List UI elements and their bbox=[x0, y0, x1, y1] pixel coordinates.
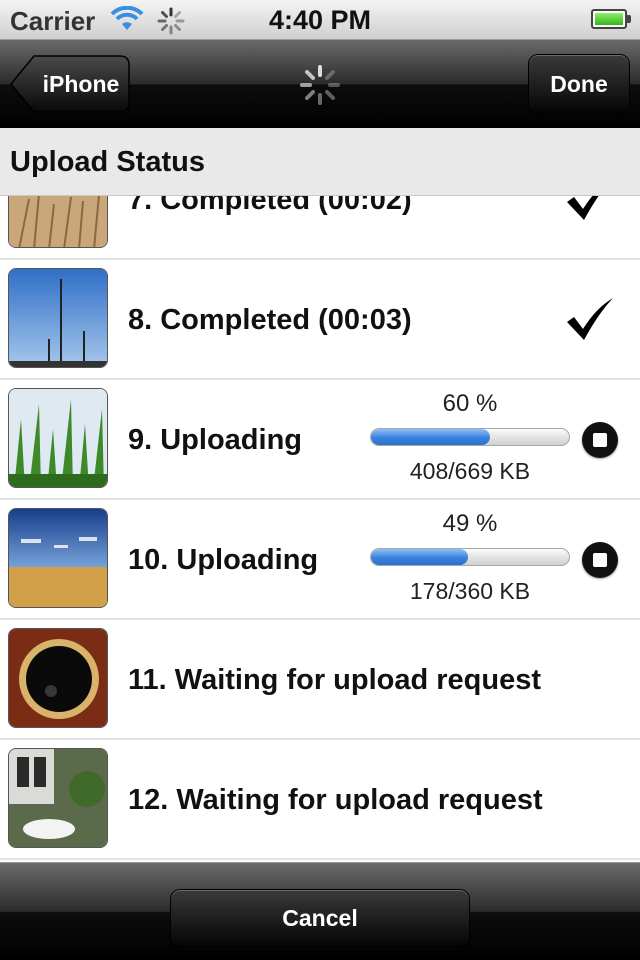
list-item[interactable]: 7. Completed (00:02) bbox=[0, 196, 640, 260]
upload-progress-bar bbox=[370, 548, 570, 566]
cancel-button[interactable]: Cancel bbox=[170, 889, 470, 947]
photo-thumbnail bbox=[8, 748, 108, 848]
upload-percent: 49 % bbox=[442, 510, 498, 537]
checkmark-icon bbox=[564, 196, 616, 227]
upload-size: 408/669 KB bbox=[409, 458, 531, 484]
photo-thumbnail bbox=[8, 628, 108, 728]
upload-progress-bar bbox=[370, 428, 570, 446]
photo-thumbnail bbox=[8, 196, 108, 248]
photo-thumbnail bbox=[8, 268, 108, 368]
upload-list[interactable]: 7. Completed (00:02) 8. Completed (00:03… bbox=[0, 196, 640, 862]
upload-status-label: 9. Uploading bbox=[128, 424, 302, 456]
upload-progress-fill bbox=[371, 429, 490, 445]
stop-upload-button[interactable] bbox=[582, 422, 618, 458]
battery-tip bbox=[627, 15, 631, 23]
photo-thumbnail bbox=[8, 508, 108, 608]
list-item[interactable]: 11. Waiting for upload request bbox=[0, 620, 640, 740]
checkmark-icon bbox=[564, 296, 616, 347]
navigation-bar: iPhone Done bbox=[0, 40, 640, 128]
list-item[interactable]: 9. Uploading 60 % 408/669 KB bbox=[0, 380, 640, 500]
upload-status-label: 8. Completed (00:03) bbox=[128, 304, 412, 336]
list-item[interactable]: 8. Completed (00:03) bbox=[0, 260, 640, 380]
upload-progress-fill bbox=[371, 549, 469, 565]
upload-status-label: 11. Waiting for upload request bbox=[128, 664, 542, 696]
stop-upload-button[interactable] bbox=[582, 542, 618, 578]
stop-icon bbox=[593, 433, 607, 447]
back-button[interactable]: iPhone bbox=[10, 54, 130, 114]
battery-icon bbox=[591, 9, 627, 29]
upload-percent: 60 % bbox=[442, 390, 498, 417]
status-bar: Carrier 4:40 PM bbox=[0, 0, 640, 40]
back-button-label: iPhone bbox=[42, 71, 120, 97]
upload-size: 178/360 KB bbox=[409, 578, 531, 604]
clock: 4:40 PM bbox=[268, 5, 372, 35]
list-item[interactable]: 10. Uploading 49 % 178/360 KB bbox=[0, 500, 640, 620]
section-title: Upload Status bbox=[10, 146, 205, 178]
stop-icon bbox=[593, 553, 607, 567]
upload-status-label: 12. Waiting for upload request bbox=[128, 784, 543, 816]
section-header: Upload Status bbox=[0, 128, 640, 196]
photo-thumbnail bbox=[8, 388, 108, 488]
upload-status-label: 10. Uploading bbox=[128, 544, 319, 576]
list-item[interactable]: 12. Waiting for upload request bbox=[0, 740, 640, 860]
upload-status-label: 7. Completed (00:02) bbox=[128, 196, 412, 216]
done-button[interactable]: Done bbox=[528, 54, 630, 114]
bottom-toolbar: Cancel bbox=[0, 862, 640, 960]
loading-spinner-icon bbox=[299, 64, 341, 111]
